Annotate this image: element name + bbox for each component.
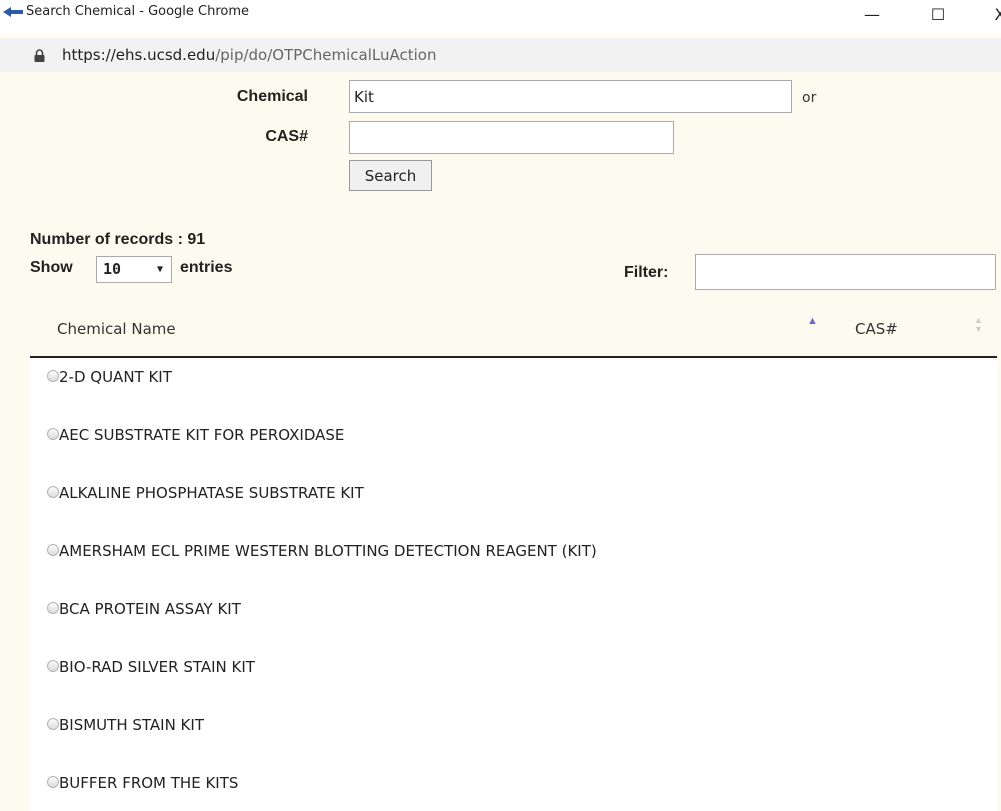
- chemical-name-cell: 2-D QUANT KIT: [59, 368, 172, 386]
- records-count: Number of records : 91: [30, 231, 206, 248]
- column-header-cas[interactable]: CAS#: [855, 320, 898, 338]
- sort-ascending-icon[interactable]: ▲: [807, 315, 818, 327]
- row-radio[interactable]: [47, 486, 59, 498]
- show-label: Show: [30, 259, 73, 276]
- chemical-name-cell: BIO-RAD SILVER STAIN KIT: [59, 658, 255, 676]
- sort-both-icon[interactable]: ▲ ▼: [974, 316, 984, 334]
- table-row[interactable]: AEC SUBSTRATE KIT FOR PEROXIDASE: [30, 416, 997, 456]
- search-form: Chemical or CAS# Search: [0, 72, 1001, 212]
- chemical-name-cell: AMERSHAM ECL PRIME WESTERN BLOTTING DETE…: [59, 542, 597, 560]
- browser-window: Search Chemical - Google Chrome — ☐ X ht…: [0, 0, 1001, 811]
- filter-input[interactable]: [695, 254, 996, 290]
- chemical-name-cell: BCA PROTEIN ASSAY KIT: [59, 600, 241, 618]
- chemical-input[interactable]: [349, 80, 792, 113]
- filter-label: Filter:: [624, 264, 669, 281]
- table-row[interactable]: BISMUTH STAIN KIT: [30, 706, 997, 746]
- or-text: or: [802, 90, 817, 106]
- table-header: Chemical Name ▲ CAS# ▲ ▼: [30, 306, 997, 358]
- table-row[interactable]: BCA PROTEIN ASSAY KIT: [30, 590, 997, 630]
- close-button[interactable]: X: [980, 2, 1001, 28]
- row-radio[interactable]: [47, 544, 59, 556]
- lock-icon: [34, 49, 45, 62]
- dropdown-arrow-icon: ▼: [156, 264, 163, 275]
- chemical-label: Chemical: [236, 88, 308, 105]
- url-path: /pip/do/OTPChemicalLuAction: [215, 46, 437, 64]
- title-bar: Search Chemical - Google Chrome — ☐ X: [0, 0, 1001, 34]
- minimize-button[interactable]: —: [852, 2, 892, 28]
- cas-input[interactable]: [349, 121, 674, 154]
- entries-select[interactable]: 10 ▼: [96, 256, 172, 283]
- row-radio[interactable]: [47, 370, 59, 382]
- chemical-name-cell: BUFFER FROM THE KITS: [59, 774, 239, 792]
- row-radio[interactable]: [47, 660, 59, 672]
- row-radio[interactable]: [47, 718, 59, 730]
- results-table: 2-D QUANT KIT AEC SUBSTRATE KIT FOR PERO…: [30, 358, 997, 811]
- search-button[interactable]: Search: [349, 160, 432, 191]
- column-header-chemical-name[interactable]: Chemical Name: [57, 320, 176, 338]
- row-radio[interactable]: [47, 776, 59, 788]
- url-text[interactable]: https://ehs.ucsd.edu/pip/do/OTPChemicalL…: [62, 46, 436, 64]
- table-row[interactable]: BIO-RAD SILVER STAIN KIT: [30, 648, 997, 688]
- app-icon: [2, 5, 24, 19]
- maximize-button[interactable]: ☐: [918, 2, 958, 28]
- cas-label: CAS#: [265, 128, 308, 145]
- table-row[interactable]: ALKALINE PHOSPHATASE SUBSTRATE KIT: [30, 474, 997, 514]
- chemical-name-cell: AEC SUBSTRATE KIT FOR PEROXIDASE: [59, 426, 345, 444]
- entries-label: entries: [180, 259, 233, 276]
- row-radio[interactable]: [47, 428, 59, 440]
- url-host: https://ehs.ucsd.edu: [62, 46, 216, 64]
- table-row[interactable]: BUFFER FROM THE KITS: [30, 764, 997, 804]
- sort-down-icon: ▼: [974, 324, 983, 334]
- entries-value: 10: [103, 260, 122, 278]
- chemical-name-cell: ALKALINE PHOSPHATASE SUBSTRATE KIT: [59, 484, 364, 502]
- window-title: Search Chemical - Google Chrome: [26, 4, 250, 19]
- address-bar[interactable]: https://ehs.ucsd.edu/pip/do/OTPChemicalL…: [0, 38, 1001, 72]
- table-row[interactable]: 2-D QUANT KIT: [30, 358, 997, 398]
- chemical-name-cell: BISMUTH STAIN KIT: [59, 716, 204, 734]
- table-row[interactable]: AMERSHAM ECL PRIME WESTERN BLOTTING DETE…: [30, 532, 997, 572]
- row-radio[interactable]: [47, 602, 59, 614]
